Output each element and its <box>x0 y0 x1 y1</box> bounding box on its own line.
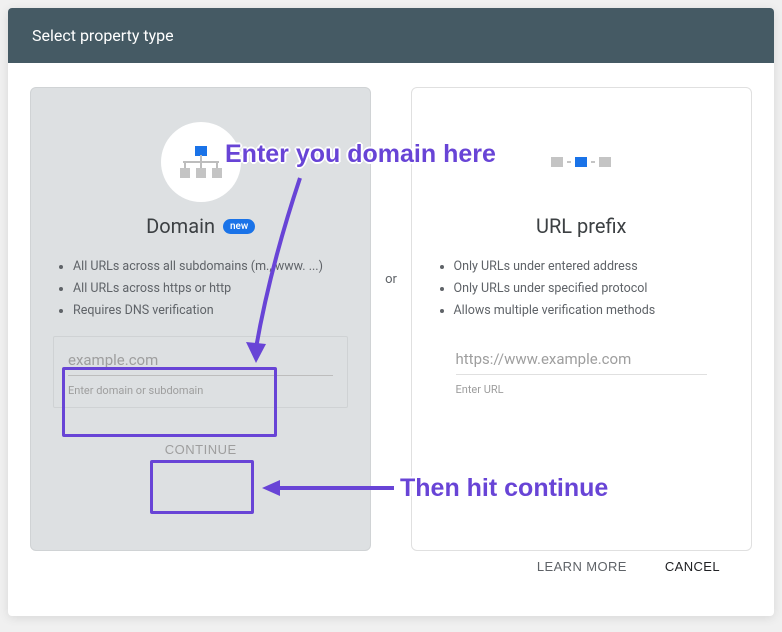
url-prefix-card[interactable]: URL prefix Only URLs under entered addre… <box>411 87 752 551</box>
url-title: URL prefix <box>536 214 626 238</box>
url-input-helper: Enter URL <box>456 383 707 396</box>
cards-row: Domain new All URLs across all subdomain… <box>30 87 752 551</box>
url-bullet: Only URLs under specified protocol <box>454 278 731 300</box>
dialog-footer: LEARN MORE CANCEL <box>30 551 752 600</box>
continue-button[interactable]: CONTINUE <box>147 432 255 467</box>
domain-bullet: Requires DNS verification <box>73 300 350 322</box>
dialog-body: Domain new All URLs across all subdomain… <box>8 63 774 616</box>
learn-more-button[interactable]: LEARN MORE <box>533 551 631 582</box>
url-bullets: Only URLs under entered address Only URL… <box>412 256 751 322</box>
new-badge: new <box>223 219 255 234</box>
select-property-dialog: Select property type Domain new All URLs <box>8 8 774 616</box>
url-bullet: Only URLs under entered address <box>454 256 731 278</box>
domain-input-helper: Enter domain or subdomain <box>68 384 333 397</box>
url-input[interactable]: https://www.example.com <box>456 350 707 375</box>
domain-bullet: All URLs across all subdomains (m., www.… <box>73 256 350 278</box>
domain-input-area[interactable]: example.com Enter domain or subdomain <box>53 336 348 408</box>
url-icon-circle <box>541 122 621 202</box>
domain-bullets: All URLs across all subdomains (m., www.… <box>31 256 370 322</box>
domain-icon-circle <box>161 122 241 202</box>
url-title-row: URL prefix <box>536 214 626 238</box>
url-prefix-icon <box>551 157 611 167</box>
domain-bullet: All URLs across https or http <box>73 278 350 300</box>
domain-title: Domain <box>146 214 215 238</box>
url-bullet: Allows multiple verification methods <box>454 300 731 322</box>
url-input-area[interactable]: https://www.example.com Enter URL <box>434 336 729 406</box>
continue-row: CONTINUE <box>147 432 255 467</box>
sitemap-icon <box>180 146 222 178</box>
domain-card[interactable]: Domain new All URLs across all subdomain… <box>30 87 371 551</box>
domain-input[interactable]: example.com <box>68 351 333 376</box>
cancel-button[interactable]: CANCEL <box>661 551 724 582</box>
or-separator: or <box>371 47 410 511</box>
domain-title-row: Domain new <box>146 214 255 238</box>
